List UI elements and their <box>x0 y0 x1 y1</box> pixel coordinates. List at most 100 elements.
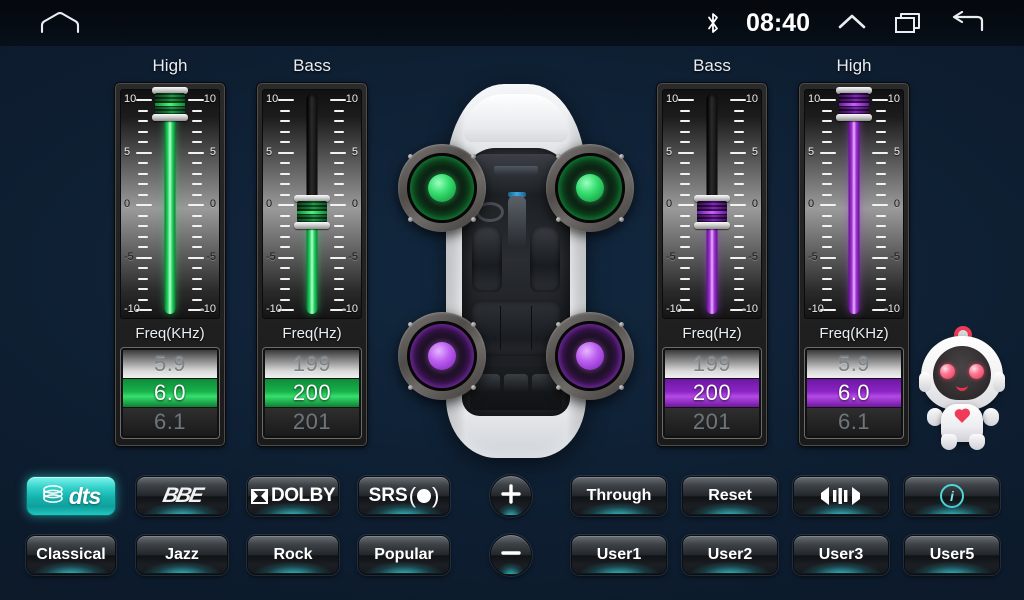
speaker-front-left[interactable] <box>398 144 486 232</box>
robot-eye-left <box>940 364 955 379</box>
channel-rear-high: High 10 10 5 5 0 0 -5 -5 -10 -10 Freq(KHz) 5.9 6.… <box>799 56 909 446</box>
recents-icon[interactable] <box>894 11 924 35</box>
dts-label: dts <box>68 482 101 509</box>
freq-prev-value[interactable]: 5.9 <box>123 350 217 378</box>
robot-face <box>933 346 991 400</box>
status-clock: 08:40 <box>746 8 810 37</box>
freq-next-value[interactable]: 201 <box>265 408 359 436</box>
through-label: Through <box>586 487 652 504</box>
bbe-label: BBE <box>160 484 204 507</box>
freq-selector[interactable]: 5.9 6.0 6.1 <box>120 347 220 439</box>
robot-head <box>919 336 1005 410</box>
channel-front-high: High 10 10 5 5 0 0 -5 -5 -10 -10 Freq(KHz) 5.9 6.… <box>115 56 225 446</box>
through-button[interactable]: Through <box>571 476 667 516</box>
robot-leg-left <box>941 434 957 450</box>
balance-button[interactable] <box>793 476 889 516</box>
freq-current-value[interactable]: 200 <box>265 379 359 407</box>
slider-thumb[interactable] <box>152 87 188 121</box>
bluetooth-icon[interactable] <box>706 12 720 34</box>
minus-icon <box>500 542 522 569</box>
slider-thumb[interactable] <box>694 195 730 229</box>
slider-thumb[interactable] <box>294 195 330 229</box>
jazz-label: Jazz <box>165 546 199 563</box>
info-icon: i <box>940 484 964 508</box>
rock-button[interactable]: Rock <box>247 535 339 575</box>
freq-unit-label: Freq(KHz) <box>135 325 205 342</box>
popular-button[interactable]: Popular <box>358 535 450 575</box>
classical-button[interactable]: Classical <box>26 535 116 575</box>
dolby-button[interactable]: DOLBY <box>247 476 339 516</box>
gain-slider-front-high[interactable]: 10 10 5 5 0 0 -5 -5 -10 -10 <box>120 87 220 319</box>
freq-prev-value[interactable]: 199 <box>265 350 359 378</box>
bbe-button[interactable]: BBE <box>136 476 228 516</box>
user2-label: User2 <box>707 546 753 563</box>
user2-button[interactable]: User2 <box>682 535 778 575</box>
channel-title: High <box>152 56 188 75</box>
srs-dot-icon <box>417 489 432 503</box>
channel-title: High <box>836 56 872 75</box>
car-speaker-diagram <box>392 80 640 462</box>
back-icon[interactable] <box>950 11 984 35</box>
heart-icon <box>955 410 969 423</box>
speaker-rear-right[interactable] <box>546 312 634 400</box>
freq-next-value[interactable]: 6.1 <box>123 408 217 436</box>
robot-mascot[interactable] <box>915 322 1011 452</box>
freq-unit-label: Freq(Hz) <box>282 325 342 342</box>
freq-current-value[interactable]: 6.0 <box>123 379 217 407</box>
freq-current-value[interactable]: 200 <box>665 379 759 407</box>
info-button[interactable]: i <box>904 476 1000 516</box>
minus-button[interactable] <box>490 534 532 576</box>
freq-current-value[interactable]: 6.0 <box>807 379 901 407</box>
user1-button[interactable]: User1 <box>571 535 667 575</box>
car-top-view <box>442 84 590 458</box>
car-trunk <box>470 366 562 410</box>
home-button[interactable] <box>0 12 120 34</box>
dolby-double-d-icon <box>251 488 268 504</box>
freq-unit-label: Freq(Hz) <box>682 325 742 342</box>
user3-button[interactable]: User3 <box>793 535 889 575</box>
gain-slider-front-bass[interactable]: 10 10 5 5 0 0 -5 -5 -10 -10 <box>262 89 362 319</box>
channel-front-bass: Bass 10 10 5 5 0 0 -5 -5 -10 -10 Freq(Hz) 199 200… <box>257 56 367 446</box>
dts-button[interactable]: dts <box>26 476 116 516</box>
freq-prev-value[interactable]: 5.9 <box>807 350 901 378</box>
car-seat-front-left <box>472 226 502 292</box>
gain-slider-rear-high[interactable]: 10 10 5 5 0 0 -5 -5 -10 -10 <box>804 87 904 319</box>
speaker-rear-left[interactable] <box>398 312 486 400</box>
car-hood <box>464 94 568 142</box>
freq-prev-value[interactable]: 199 <box>665 350 759 378</box>
classical-label: Classical <box>36 546 106 563</box>
reset-label: Reset <box>708 487 752 504</box>
user5-label: User5 <box>929 546 975 563</box>
plus-icon <box>500 483 522 510</box>
reset-button[interactable]: Reset <box>682 476 778 516</box>
robot-eye-right <box>969 364 984 379</box>
robot-arm-right <box>983 408 999 426</box>
chevron-up-icon[interactable] <box>836 11 868 35</box>
srs-button[interactable]: SRS () <box>358 476 450 516</box>
freq-next-value[interactable]: 201 <box>665 408 759 436</box>
gain-scale-ticks: 10 10 5 5 0 0 -5 -5 -10 -10 <box>808 93 900 315</box>
user1-label: User1 <box>596 546 642 563</box>
channel-title: Bass <box>293 56 331 75</box>
freq-selector[interactable]: 199 200 201 <box>662 347 762 439</box>
equalizer-screen: 08:40 High 10 10 5 5 0 0 -5 -5 -10 -10 Fr <box>0 0 1024 600</box>
plus-button[interactable] <box>490 475 532 517</box>
speaker-front-right[interactable] <box>546 144 634 232</box>
jazz-button[interactable]: Jazz <box>136 535 228 575</box>
slider-thumb[interactable] <box>836 87 872 121</box>
robot-leg-right <box>969 434 985 450</box>
channel-title: Bass <box>693 56 731 75</box>
gain-scale-ticks: 10 10 5 5 0 0 -5 -5 -10 -10 <box>124 93 216 315</box>
home-icon <box>40 12 80 34</box>
srs-label: SRS <box>368 485 408 506</box>
car-center-console <box>508 196 526 248</box>
dts-disc-icon <box>42 484 64 509</box>
freq-selector[interactable]: 199 200 201 <box>262 347 362 439</box>
freq-selector[interactable]: 5.9 6.0 6.1 <box>804 347 904 439</box>
freq-next-value[interactable]: 6.1 <box>807 408 901 436</box>
freq-unit-label: Freq(KHz) <box>819 325 889 342</box>
rock-label: Rock <box>273 546 313 563</box>
user5-button[interactable]: User5 <box>904 535 1000 575</box>
robot-mouth <box>956 384 968 391</box>
gain-slider-rear-bass[interactable]: 10 10 5 5 0 0 -5 -5 -10 -10 <box>662 89 762 319</box>
